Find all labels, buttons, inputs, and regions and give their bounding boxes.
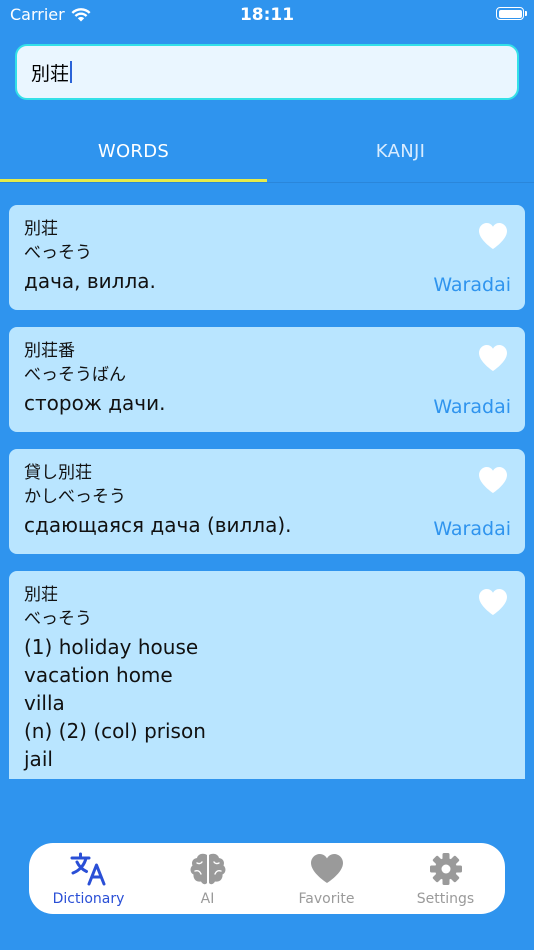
nav-settings[interactable]: Settings	[386, 843, 505, 914]
text-caret	[70, 61, 73, 83]
status-bar: Carrier 18:11	[0, 0, 534, 30]
result-kana: べっそう	[24, 243, 92, 263]
nav-dictionary[interactable]: Dictionary	[29, 843, 148, 914]
results-list[interactable]: 別荘 べっそう дача, вилла. Waradai 別荘番 べっそうばん …	[9, 205, 525, 779]
result-card[interactable]: 別荘 べっそう (1) holiday house vacation home …	[9, 571, 525, 779]
favorite-heart-icon[interactable]	[477, 221, 509, 251]
result-kana: べっそうばん	[24, 365, 126, 385]
tab-words[interactable]: WORDS	[0, 120, 267, 182]
result-card[interactable]: 貸し別荘 かしべっそう сдающаяся дача (вилла). Wara…	[9, 449, 525, 554]
favorite-heart-icon[interactable]	[477, 465, 509, 495]
result-source: Waradai	[433, 274, 511, 296]
result-kanji: 別荘	[24, 585, 58, 605]
nav-label: AI	[200, 891, 215, 907]
tabs-divider	[0, 182, 534, 183]
result-kana: べっそう	[24, 609, 92, 629]
brain-icon	[190, 853, 225, 885]
heart-icon	[310, 854, 343, 883]
result-kanji: 別荘	[24, 219, 58, 239]
favorite-heart-icon[interactable]	[477, 587, 509, 617]
result-kanji: 別荘番	[24, 341, 75, 361]
nav-label: Settings	[416, 891, 475, 907]
tab-kanji[interactable]: KANJI	[267, 120, 534, 182]
search-value: 別荘	[31, 62, 70, 85]
bottom-tab-bar: Dictionary AI Favorite Settings	[29, 843, 505, 914]
translate-icon	[70, 852, 105, 886]
status-time: 18:11	[239, 5, 295, 25]
segment-tabs: WORDS KANJI	[0, 120, 534, 182]
result-kanji: 貸し別荘	[24, 463, 92, 483]
search-input[interactable]: 別荘	[15, 44, 519, 100]
result-translation: (1) holiday house vacation home villa (n…	[24, 635, 206, 771]
favorite-heart-icon[interactable]	[477, 343, 509, 373]
gear-icon	[429, 853, 462, 885]
battery-icon	[496, 7, 527, 20]
result-kana: かしべっそう	[24, 487, 126, 507]
nav-favorite[interactable]: Favorite	[267, 843, 386, 914]
nav-label: Favorite	[298, 891, 355, 907]
result-source: Waradai	[433, 518, 511, 540]
result-card[interactable]: 別荘番 べっそうばん сторож дачи. Waradai	[9, 327, 525, 432]
nav-ai[interactable]: AI	[148, 843, 267, 914]
nav-label: Dictionary	[52, 891, 125, 907]
result-source: Waradai	[433, 396, 511, 418]
result-card[interactable]: 別荘 べっそう дача, вилла. Waradai	[9, 205, 525, 310]
